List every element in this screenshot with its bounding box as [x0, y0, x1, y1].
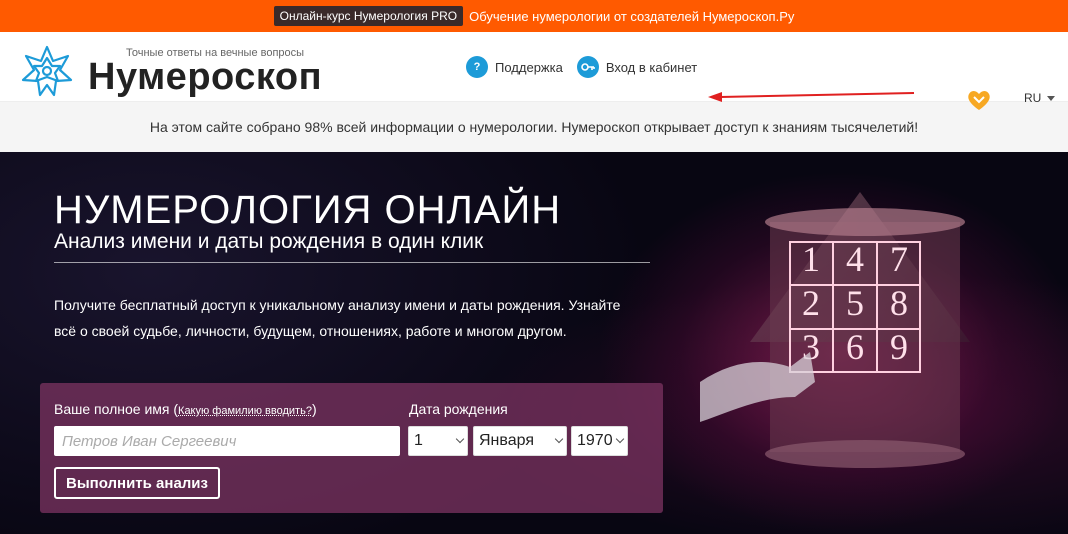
hero-divider: [54, 262, 650, 263]
numerology-scroll-illustration: 1 4 72 5 83 6 9: [700, 192, 970, 468]
hero-section: 147258369 НУМЕРОЛОГИЯ ОНЛАЙН Анализ имен…: [0, 152, 1068, 534]
promo-bar: Онлайн-курс Нумерология PRO Обучение нум…: [0, 0, 1068, 32]
full-name-input[interactable]: [54, 426, 400, 456]
surname-hint-link[interactable]: Какую фамилию вводить?: [178, 405, 312, 417]
grid-number: 2: [802, 283, 820, 323]
grid-number: 6: [846, 327, 864, 367]
logo[interactable]: Точные ответы на вечные вопросы Нумероск…: [20, 44, 322, 98]
chevron-down-icon: [554, 434, 564, 444]
grid-number: 4: [846, 239, 864, 279]
support-link[interactable]: ? Поддержка: [466, 56, 563, 78]
year-select[interactable]: 1970: [571, 426, 628, 456]
month-select[interactable]: Января: [473, 426, 567, 456]
info-bar: На этом сайте собрано 98% всей информаци…: [0, 102, 1068, 152]
support-label: Поддержка: [495, 59, 563, 75]
hero-title: НУМЕРОЛОГИЯ ОНЛАЙН: [54, 188, 562, 232]
language-label: RU: [1024, 91, 1042, 105]
login-link[interactable]: Вход в кабинет: [576, 56, 698, 78]
red-arrow-annotation: [708, 92, 915, 102]
promo-badge[interactable]: Онлайн-курс Нумерология PRO: [273, 6, 464, 26]
chevron-down-icon: [455, 434, 465, 444]
day-select[interactable]: 1: [408, 426, 468, 456]
logo-tagline: Точные ответы на вечные вопросы: [126, 47, 305, 59]
login-label: Вход в кабинет: [605, 59, 698, 75]
hero-subtitle: Анализ имени и даты рождения в один клик: [54, 230, 484, 253]
grid-number: 7: [890, 239, 908, 279]
header-nav: ? Поддержка Вход в кабинет: [466, 56, 711, 78]
promo-link[interactable]: Обучение нумерологии от создателей Нумер…: [469, 9, 794, 24]
info-bar-text: На этом сайте собрано 98% всей информаци…: [149, 119, 919, 135]
analysis-form: Ваше полное имя (Какую фамилию вводить?)…: [40, 383, 663, 513]
support-icon: ?: [466, 56, 488, 78]
grid-number: 9: [890, 327, 908, 367]
logo-name: Нумероскоп: [88, 56, 323, 98]
chevron-down-icon: [1047, 95, 1056, 101]
key-icon: [576, 56, 599, 78]
hero-description: Получите бесплатный доступ к уникальному…: [54, 297, 621, 339]
run-analysis-button[interactable]: Выполнить анализ: [54, 467, 220, 499]
favorites-heart-icon[interactable]: [966, 88, 992, 112]
logo-star-icon: [21, 45, 73, 97]
grid-number: 8: [890, 283, 908, 323]
name-field-label: Ваше полное имя (Какую фамилию вводить?): [54, 401, 317, 417]
grid-number: 5: [846, 283, 864, 323]
grid-number: 1: [802, 239, 820, 279]
header: Точные ответы на вечные вопросы Нумероск…: [0, 32, 1068, 110]
language-selector[interactable]: RU: [1024, 91, 1056, 105]
birth-date-label: Дата рождения: [409, 401, 508, 417]
chevron-down-icon: [615, 434, 625, 444]
